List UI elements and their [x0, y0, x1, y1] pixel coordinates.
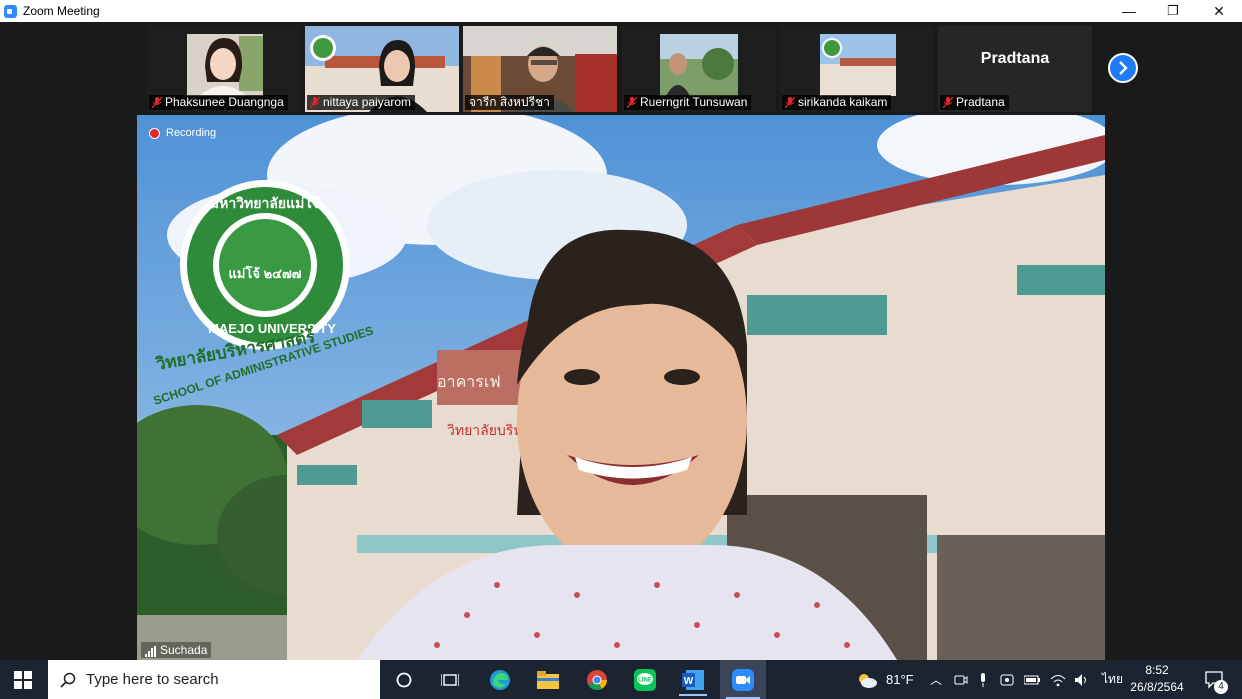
recording-dot-icon	[149, 127, 160, 139]
svg-text:W: W	[684, 676, 694, 687]
participant-tile[interactable]: Phaksunee Duangnga	[147, 26, 301, 112]
participant-name-text: Phaksunee Duangnga	[165, 95, 284, 109]
show-hidden-icons-chevron-icon[interactable]: ︿	[930, 671, 942, 688]
battery-icon[interactable]	[1024, 675, 1041, 685]
next-page-button[interactable]	[1108, 53, 1138, 83]
minimize-button[interactable]: —	[1106, 0, 1152, 22]
zoom-icon	[732, 668, 754, 691]
svg-text:LINE: LINE	[638, 678, 652, 684]
recording-indicator: Recording	[149, 127, 216, 139]
speaker-name-tag: Suchada	[141, 642, 212, 658]
microphone-icon[interactable]	[978, 672, 988, 687]
chevron-right-icon	[1119, 61, 1128, 75]
meet-now-icon[interactable]	[954, 673, 968, 687]
participant-big-name: Pradtana	[980, 50, 1050, 67]
participant-name: จารีก สิงหปรีชา	[465, 95, 554, 110]
participant-tile[interactable]: Ruerngrit Tunsuwan	[622, 26, 776, 112]
participant-strip: Phaksunee Duangnga nittaya paiyarom จารี…	[0, 22, 1242, 114]
partly-cloudy-icon	[859, 673, 877, 688]
edge-icon	[490, 670, 510, 690]
file-explorer-button[interactable]	[528, 664, 568, 696]
recording-label: Recording	[166, 127, 217, 139]
windows-logo-icon	[14, 670, 32, 689]
line-app-icon: LINE	[634, 669, 656, 691]
participant-name: Pradtana	[940, 95, 1009, 110]
word-app-button[interactable]: W	[673, 664, 713, 696]
mic-muted-icon	[785, 97, 795, 108]
participant-tile[interactable]: จารีก สิงหปรีชา	[463, 26, 617, 112]
onedrive-sync-icon[interactable]	[1000, 673, 1014, 687]
start-button[interactable]	[0, 660, 46, 699]
participant-tile[interactable]: nittaya paiyarom	[305, 26, 459, 112]
participant-name-text: Ruerngrit Tunsuwan	[640, 95, 748, 109]
participant-name-text: sirikanda kaikam	[798, 95, 888, 109]
word-icon: W	[682, 670, 704, 690]
chrome-app-button[interactable]	[577, 664, 617, 696]
speaker-name: Suchada	[160, 643, 208, 657]
windows-taskbar: Type here to search LINE W 81°F ︿ ไทย 8:…	[0, 660, 1242, 699]
participant-name: Ruerngrit Tunsuwan	[624, 95, 752, 110]
active-speaker-video[interactable]: วิทยาลัยบริหารศาสตร์ อาคารเฟ มหาวิทยาลัย…	[137, 115, 1105, 660]
virtual-background: วิทยาลัยบริหารศาสตร์ อาคารเฟ มหาวิทยาลัย…	[137, 115, 1105, 660]
restore-button[interactable]: ❐	[1150, 0, 1196, 22]
participant-name-text: nittaya paiyarom	[323, 95, 412, 109]
taskbar-search-box[interactable]: Type here to search	[48, 660, 380, 699]
mic-muted-icon	[627, 97, 637, 108]
window-title: Zoom Meeting	[23, 4, 100, 18]
line-app-button[interactable]: LINE	[625, 664, 665, 696]
mic-muted-icon	[310, 97, 320, 108]
logo-center-text: แม่โจ้ ๒๔๗๗	[228, 265, 301, 281]
task-view-button[interactable]	[430, 664, 470, 696]
clock-date: 26/8/2564	[1130, 680, 1184, 694]
volume-icon[interactable]	[1074, 673, 1090, 687]
logo-text-thai: มหาวิทยาลัยแม่โจ้	[210, 194, 320, 211]
zoom-app-icon	[4, 4, 17, 18]
mic-muted-icon	[152, 97, 162, 108]
participant-name-text: จารีก สิงหปรีชา	[469, 95, 550, 109]
window-titlebar: Zoom Meeting — ❐ ✕	[0, 0, 1242, 22]
participant-name: sirikanda kaikam	[782, 95, 892, 110]
folder-icon	[537, 671, 559, 689]
system-tray: ︿ ไทย	[930, 660, 1123, 699]
clock-time: 8:52	[1145, 663, 1169, 677]
task-view-icon	[441, 674, 459, 686]
weather-temperature: 81°F	[886, 672, 914, 687]
participant-tile[interactable]: Pradtana Pradtana	[938, 26, 1092, 112]
participant-tile[interactable]: sirikanda kaikam	[780, 26, 934, 112]
participant-name: Phaksunee Duangnga	[149, 95, 288, 110]
weather-widget[interactable]: 81°F	[856, 660, 914, 699]
notification-count-badge: 4	[1214, 680, 1228, 694]
signal-strength-icon	[145, 646, 156, 657]
zoom-app-button[interactable]	[720, 660, 766, 699]
participant-name-text: Pradtana	[956, 95, 1005, 109]
participant-name: nittaya paiyarom	[307, 95, 416, 110]
wifi-icon[interactable]	[1050, 673, 1066, 687]
chrome-icon	[587, 670, 608, 691]
close-button[interactable]: ✕	[1196, 0, 1242, 22]
search-placeholder: Type here to search	[86, 671, 219, 688]
edge-app-button[interactable]	[480, 664, 520, 696]
taskbar-clock[interactable]: 8:52 26/8/2564	[1118, 662, 1196, 696]
cortana-button[interactable]	[384, 664, 424, 696]
active-app-indicator	[679, 694, 707, 696]
search-icon	[60, 672, 76, 688]
action-center-button[interactable]: 4	[1200, 660, 1230, 699]
cortana-circle-icon	[396, 672, 412, 688]
building-sign-top: อาคารเฟ	[437, 374, 501, 391]
mic-muted-icon	[943, 97, 953, 108]
